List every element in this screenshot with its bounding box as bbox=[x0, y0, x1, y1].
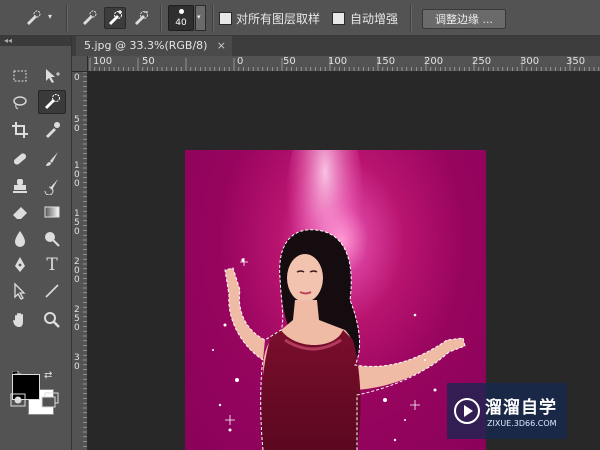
clone-stamp-tool-icon[interactable] bbox=[8, 174, 32, 198]
document-tab-bar: 5.jpg @ 33.3%(RGB/8) × bbox=[72, 36, 600, 56]
ruler-label: 300 bbox=[520, 56, 540, 67]
ruler-label: 50 bbox=[283, 56, 296, 67]
quick-selection-preset-icon[interactable] bbox=[22, 7, 44, 29]
rectangular-marquee-tool-icon[interactable] bbox=[8, 64, 32, 88]
path-selection-tool-icon[interactable] bbox=[8, 279, 32, 303]
add-to-selection-mode-icon[interactable] bbox=[104, 7, 126, 29]
preset-dropdown-arrow-icon[interactable]: ▾ bbox=[48, 12, 52, 21]
ruler-label: 100 bbox=[328, 56, 348, 67]
ruler-label: 0 bbox=[74, 179, 80, 189]
brush-size-picker[interactable]: 40 bbox=[168, 5, 194, 31]
quick-selection-tool-icon[interactable] bbox=[38, 90, 66, 114]
brush-size-value: 40 bbox=[175, 18, 187, 28]
options-bar: ▾ 40 ▾ 对所有图层取样 自动增强 调整边缘 ... bbox=[0, 0, 600, 36]
auto-enhance-label: 自动增强 bbox=[350, 12, 399, 26]
horizontal-ruler: 100 50 0 0 50 100 150 200 250 300 350 40… bbox=[88, 56, 600, 72]
ruler-label: 200 bbox=[424, 56, 444, 67]
ruler-label: 100 bbox=[93, 56, 113, 67]
screen-mode-icon[interactable] bbox=[38, 388, 62, 412]
vertical-ruler: 0 5 0 1 0 0 1 5 0 2 0 0 2 5 0 3 0 bbox=[72, 72, 88, 450]
eraser-tool-icon[interactable] bbox=[8, 200, 32, 224]
brush-tip-icon bbox=[179, 9, 184, 14]
eyedropper-tool-icon[interactable] bbox=[40, 118, 64, 142]
ruler-origin[interactable] bbox=[72, 56, 88, 72]
ruler-label: 0 bbox=[74, 124, 80, 134]
sample-all-layers-label: 对所有图层取样 bbox=[236, 12, 321, 26]
lasso-tool-icon[interactable] bbox=[8, 91, 32, 115]
sample-all-layers-checkbox[interactable] bbox=[219, 12, 232, 25]
history-brush-tool-icon[interactable] bbox=[40, 174, 64, 198]
dodge-tool-icon[interactable] bbox=[40, 226, 64, 250]
ruler-label: 0 bbox=[74, 227, 80, 237]
document-image[interactable] bbox=[185, 150, 486, 450]
watermark-url: ZIXUE.3D66.COM bbox=[487, 419, 557, 428]
tools-panel-collapse[interactable]: ◂◂ bbox=[0, 36, 71, 46]
ruler-label: 50 bbox=[142, 56, 155, 67]
tools-panel: ◂◂ T ⇄ bbox=[0, 36, 72, 450]
brush-size-dropdown[interactable]: ▾ bbox=[195, 5, 206, 31]
ruler-label: 350 bbox=[566, 56, 586, 67]
healing-brush-tool-icon[interactable] bbox=[8, 147, 32, 171]
ruler-label: 0 bbox=[237, 56, 244, 67]
swap-colors-icon[interactable]: ⇄ bbox=[44, 370, 52, 381]
new-selection-mode-icon[interactable] bbox=[78, 7, 100, 29]
document-tab-title: 5.jpg @ 33.3%(RGB/8) bbox=[84, 39, 208, 52]
subtract-from-selection-mode-icon[interactable] bbox=[130, 7, 152, 29]
ruler-label: 0 bbox=[74, 323, 80, 333]
quick-mask-mode-icon[interactable] bbox=[6, 388, 30, 412]
ruler-label: 150 bbox=[376, 56, 396, 67]
document-tab[interactable]: 5.jpg @ 33.3%(RGB/8) × bbox=[76, 36, 232, 56]
chevron-down-icon: ▾ bbox=[197, 13, 201, 21]
pen-tool-icon[interactable] bbox=[8, 253, 32, 277]
line-tool-icon[interactable] bbox=[40, 279, 64, 303]
gradient-tool-icon[interactable] bbox=[40, 200, 64, 224]
type-tool-icon[interactable]: T bbox=[40, 253, 64, 277]
play-logo-icon bbox=[454, 398, 480, 424]
ruler-label: 250 bbox=[472, 56, 492, 67]
move-tool-icon[interactable] bbox=[40, 64, 64, 88]
hand-tool-icon[interactable] bbox=[8, 308, 32, 332]
ruler-label: 0 bbox=[74, 362, 80, 372]
auto-enhance-checkbox[interactable] bbox=[332, 12, 345, 25]
close-icon[interactable]: × bbox=[217, 36, 226, 56]
watermark-title: 溜溜自学 bbox=[485, 398, 557, 418]
crop-tool-icon[interactable] bbox=[8, 118, 32, 142]
ruler-label: 0 bbox=[74, 73, 80, 83]
blur-tool-icon[interactable] bbox=[8, 226, 32, 250]
refine-edge-button[interactable]: 调整边缘 ... bbox=[422, 9, 506, 29]
zoom-tool-icon[interactable] bbox=[40, 308, 64, 332]
ruler-label: 0 bbox=[74, 275, 80, 285]
brush-tool-icon[interactable] bbox=[40, 147, 64, 171]
watermark-logo: 溜溜自学 ZIXUE.3D66.COM bbox=[447, 383, 567, 439]
